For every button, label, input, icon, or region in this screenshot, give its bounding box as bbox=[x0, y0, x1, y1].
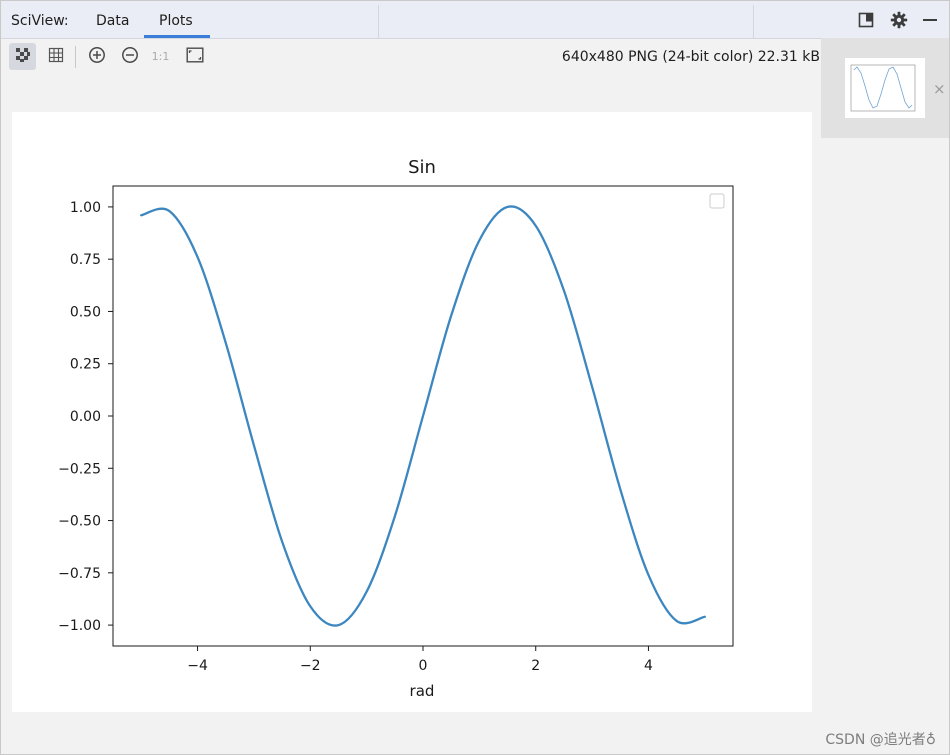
zoom-in-icon bbox=[88, 46, 106, 68]
gear-icon[interactable] bbox=[889, 10, 909, 30]
x-tick-label: 0 bbox=[419, 658, 428, 674]
y-tick-label: 0.50 bbox=[70, 304, 101, 320]
actual-size-button[interactable]: 1:1 bbox=[147, 43, 174, 70]
y-tick-label: −0.75 bbox=[58, 566, 101, 582]
minimize-icon[interactable] bbox=[920, 10, 940, 30]
active-tab-indicator bbox=[144, 35, 210, 38]
x-tick-label: −2 bbox=[300, 658, 321, 674]
zoom-in-button[interactable] bbox=[83, 43, 110, 70]
fit-window-button[interactable] bbox=[181, 43, 208, 70]
legend-box bbox=[709, 193, 725, 209]
tab-plots[interactable]: Plots bbox=[159, 13, 193, 29]
plot-thumbnails-panel: × bbox=[821, 38, 949, 138]
fit-checkerboard-icon bbox=[15, 47, 31, 67]
layout-icon[interactable] bbox=[856, 10, 876, 30]
y-tick-label: −0.50 bbox=[58, 514, 101, 530]
sin-chart: Sin 1.00 0.75 0.50 0.25 0.00 −0.25 −0.50 −0.75 −… bbox=[58, 157, 734, 700]
toggle-grid-button[interactable] bbox=[42, 43, 69, 70]
plot-canvas: Sin 1.00 0.75 0.50 0.25 0.00 −0.25 −0.50 −0.75 −… bbox=[12, 112, 812, 712]
tab-data[interactable]: Data bbox=[96, 13, 129, 29]
header-divider bbox=[753, 5, 754, 38]
toolbar-separator bbox=[75, 46, 76, 68]
image-info-label: 640x480 PNG (24-bit color) 22.31 kB bbox=[561, 49, 820, 65]
close-thumbnail-icon[interactable]: × bbox=[933, 80, 946, 98]
sin-series-line bbox=[140, 205, 706, 627]
plot-thumbnail[interactable] bbox=[845, 58, 925, 118]
x-tick-label: −4 bbox=[187, 658, 208, 674]
tool-window-title: SciView: bbox=[11, 13, 69, 29]
tool-window-header: SciView: Data Plots bbox=[1, 1, 949, 39]
grid-icon bbox=[48, 47, 64, 67]
y-tick-label: 0.00 bbox=[70, 409, 101, 425]
x-tick-label: 2 bbox=[531, 658, 540, 674]
toggle-checkerboard-button[interactable] bbox=[9, 43, 36, 70]
header-divider bbox=[378, 5, 379, 38]
y-tick-label: 0.25 bbox=[70, 357, 101, 373]
watermark: CSDN @追光者♁ bbox=[825, 732, 936, 748]
y-tick-label: −1.00 bbox=[58, 618, 101, 634]
zoom-out-button[interactable] bbox=[116, 43, 143, 70]
y-tick-label: 0.75 bbox=[70, 252, 101, 268]
y-tick-label: −0.25 bbox=[58, 461, 101, 477]
chart-title: Sin bbox=[408, 157, 436, 178]
actual-size-icon: 1:1 bbox=[151, 50, 170, 63]
zoom-out-icon bbox=[121, 46, 139, 68]
fit-window-icon bbox=[186, 47, 204, 67]
y-tick-label: 1.00 bbox=[70, 200, 101, 216]
x-tick-label: 4 bbox=[644, 658, 653, 674]
x-axis-label: rad bbox=[410, 682, 435, 700]
